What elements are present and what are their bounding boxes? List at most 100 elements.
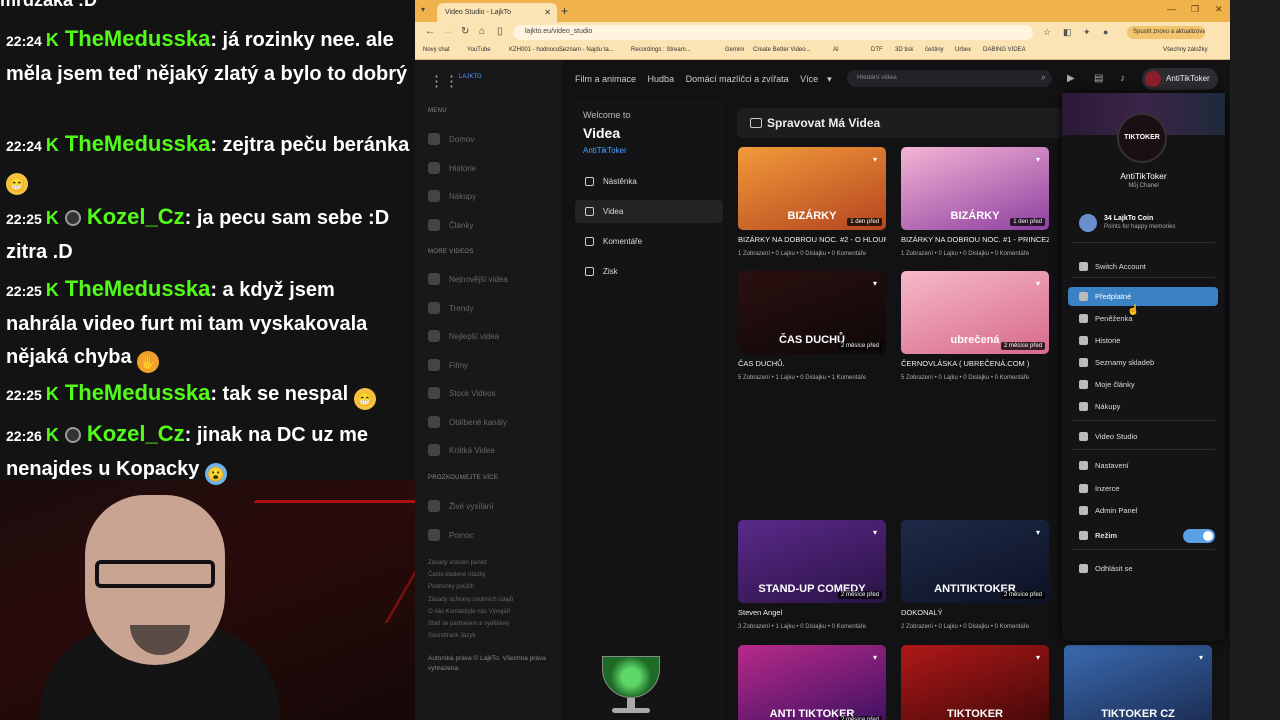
chat-username[interactable]: Kozel_Cz — [87, 204, 185, 229]
menu-item-video-studio[interactable]: Video Studio — [1068, 427, 1218, 446]
menu-item-historie[interactable]: Historie — [1068, 331, 1218, 350]
search-icon[interactable]: ⌕ — [1041, 72, 1046, 83]
menu-item-seznamy-skladeb[interactable]: Seznamy skladeb — [1068, 353, 1218, 372]
apps-grid-icon[interactable]: ⋮⋮ — [429, 72, 459, 90]
video-thumbnail[interactable]: ubrečená 2 měsíce před ▾ — [901, 271, 1049, 354]
video-thumbnail[interactable]: STAND-UP COMEDY 2 měsíce před ▾ — [738, 520, 886, 603]
sidebar-item-domov[interactable]: Domov — [428, 133, 474, 145]
close-tab-icon[interactable]: ✕ — [544, 8, 551, 17]
sidebar-item-nejlep-videa[interactable]: Nejlepší videa — [428, 330, 499, 342]
video-options-icon[interactable]: ▾ — [873, 528, 877, 537]
bookmark-item[interactable]: YouTube — [467, 47, 491, 53]
tab-list-icon[interactable]: ▾ — [421, 5, 425, 14]
video-card[interactable]: BIZÁRKY 1 den před ▾ BIZÁRKY NA DOBROU NOC.… — [738, 147, 886, 257]
bookmark-item[interactable]: Nový chat — [423, 47, 450, 53]
channel-name[interactable]: AntiTikToker — [1062, 171, 1225, 181]
footer-link[interactable]: Soundtrack Jazyk — [428, 633, 475, 639]
studio-menu-koment-e[interactable]: Komentáře — [575, 230, 723, 253]
studio-menu-videa[interactable]: Videa — [575, 200, 723, 223]
video-title[interactable]: BIZÁRKY NA DOBROU NOC. #1 - PRINCEZNA — [901, 235, 1049, 244]
studio-menu-zisk[interactable]: Zisk — [575, 260, 723, 283]
footer-link[interactable]: Často kladené otázky — [428, 572, 485, 578]
menu-item-re-im[interactable]: Režim — [1068, 526, 1218, 545]
video-options-icon[interactable]: ▾ — [873, 653, 877, 662]
video-title[interactable]: ČAS DUCHŮ. — [738, 359, 886, 368]
video-thumbnail[interactable]: BIZÁRKY 1 den před ▾ — [901, 147, 1049, 230]
studio-menu-n-st-nka[interactable]: Nástěnka — [575, 170, 723, 193]
footer-link[interactable]: Podmínky použití — [428, 584, 474, 590]
chat-username[interactable]: TheMedusska — [65, 26, 211, 51]
minimize-icon[interactable]: — — [1167, 4, 1176, 14]
chat-username[interactable]: TheMedusska — [65, 131, 211, 156]
sidebar-item-nejnov-j-videa[interactable]: Nejnovější videa — [428, 273, 508, 285]
video-thumbnail[interactable]: TIKTOKER ▾ — [901, 645, 1049, 720]
bookmark-item[interactable]: DABING VIDEA — [983, 47, 1026, 53]
video-thumbnail[interactable]: ANTITIKTOKER 2 měsíce před ▾ — [901, 520, 1049, 603]
sidebar-item--iv-vys-l-n-[interactable]: Živé vysílání — [428, 500, 493, 512]
nav-hudba[interactable]: Hudba — [648, 74, 675, 84]
bookmark-item[interactable]: Gemini — [725, 47, 744, 53]
video-options-icon[interactable]: ▾ — [873, 279, 877, 288]
bookmark-item[interactable]: Recordings : Stream... — [631, 47, 691, 53]
messages-icon[interactable]: ▤ — [1094, 73, 1103, 84]
video-card[interactable]: STAND-UP COMEDY 2 měsíce před ▾ Steven Ange… — [738, 520, 886, 630]
maximize-icon[interactable]: ❐ — [1191, 4, 1199, 15]
menu-item-moje-l-nky[interactable]: Moje články — [1068, 375, 1218, 394]
bookmark-item[interactable]: češtiny — [925, 47, 944, 53]
channel-link[interactable]: AntiTikToker — [583, 146, 627, 155]
bookmark-item[interactable]: KZH001 - hodnoco... — [509, 47, 564, 53]
nav-film-animace[interactable]: Film a animace — [575, 74, 636, 84]
sidebar-item-pomoc[interactable]: Pomoc — [428, 528, 474, 541]
extension-icon[interactable]: ◧ — [1063, 27, 1072, 38]
url-bar[interactable]: lajkto.eu/video_studio — [513, 25, 1033, 40]
sidebar-item-n-kupy[interactable]: Nákupy — [428, 190, 476, 202]
user-menu-button[interactable]: AntiTikToker — [1142, 68, 1218, 90]
video-thumbnail[interactable]: BIZÁRKY 1 den před ▾ — [738, 147, 886, 230]
mode-toggle[interactable] — [1183, 529, 1215, 543]
menu-item-p-edplatn-[interactable]: Předplatné — [1068, 287, 1218, 306]
menu-item-admin-panel[interactable]: Admin Panel — [1068, 501, 1218, 520]
star-icon[interactable]: ☆ — [1043, 27, 1051, 38]
video-card[interactable]: ANTI TIKTOKER 2 měsíce před ▾ — [738, 645, 886, 720]
video-title[interactable]: Steven Angel — [738, 608, 886, 617]
footer-link[interactable]: Zásady vrácení peněz — [428, 560, 487, 566]
video-options-icon[interactable]: ▾ — [1036, 528, 1040, 537]
search-input[interactable]: Hledání videa ⌕ — [847, 70, 1052, 87]
sidebar-item-historie[interactable]: Historie — [428, 161, 476, 174]
sidebar-item--l-nky[interactable]: Články — [428, 218, 473, 231]
bookmark-item[interactable]: AI — [833, 47, 839, 53]
menu-item-n-kupy[interactable]: Nákupy — [1068, 397, 1218, 416]
video-card[interactable]: BIZÁRKY 1 den před ▾ BIZÁRKY NA DOBROU NOC.… — [901, 147, 1049, 257]
video-card[interactable]: TIKTOKER ▾ — [901, 645, 1049, 720]
sidebar-item-filmy[interactable]: Filmy — [428, 358, 468, 371]
new-tab-icon[interactable]: + — [561, 4, 568, 18]
bookmark-item[interactable]: Urbex — [955, 47, 971, 53]
bookmark-item[interactable]: 3D tisk — [895, 47, 913, 53]
chat-username[interactable]: TheMedusska — [65, 276, 211, 301]
video-card[interactable]: TIKTOKER CZ ▾ — [1064, 645, 1212, 720]
sidebar-item-obl-ben-kan-ly[interactable]: Oblíbené kanály — [428, 415, 507, 428]
menu-item-inzerce[interactable]: Inzerce — [1068, 479, 1218, 498]
browser-tab[interactable]: Video Studio - LajkTo ✕ — [437, 3, 557, 22]
video-title[interactable]: BIZÁRKY NA DOBROU NOC. #2 - O HLOUPÉ — [738, 235, 886, 244]
notifications-icon[interactable]: ♪ — [1120, 73, 1125, 84]
home-icon[interactable]: ⌂ — [479, 26, 485, 37]
chat-username[interactable]: Kozel_Cz — [87, 421, 185, 446]
video-card[interactable]: ubrečená 2 měsíce před ▾ ČERNOVLÁSKA ( UBRE… — [901, 271, 1049, 381]
sidebar-item-kr-tk-videa[interactable]: Krátká Videa — [428, 444, 495, 456]
video-options-icon[interactable]: ▾ — [1036, 653, 1040, 662]
menu-item-switch-account[interactable]: Switch Account — [1068, 257, 1218, 276]
footer-link[interactable]: Zásady ochrany osobních údajů — [428, 597, 513, 603]
nav-vice[interactable]: Více ▾ — [800, 74, 841, 84]
site-logo[interactable]: LAJKTO — [459, 74, 482, 80]
video-options-icon[interactable]: ▾ — [1199, 653, 1203, 662]
split-view-icon[interactable]: ▯ — [497, 26, 503, 37]
chat-username[interactable]: TheMedusska — [65, 380, 211, 405]
menu-item-pen-enka[interactable]: Peněženka — [1068, 309, 1218, 328]
video-thumbnail[interactable]: ČAS DUCHŮ 2 měsíce před ▾ — [738, 271, 886, 354]
back-icon[interactable]: ← — [425, 26, 435, 37]
close-window-icon[interactable]: ✕ — [1215, 4, 1223, 15]
sidebar-item-trendy[interactable]: Trendy — [428, 301, 474, 314]
puzzle-icon[interactable]: ✦ — [1083, 27, 1091, 38]
sidebar-item-stock-videos[interactable]: Stock Videos — [428, 387, 496, 399]
